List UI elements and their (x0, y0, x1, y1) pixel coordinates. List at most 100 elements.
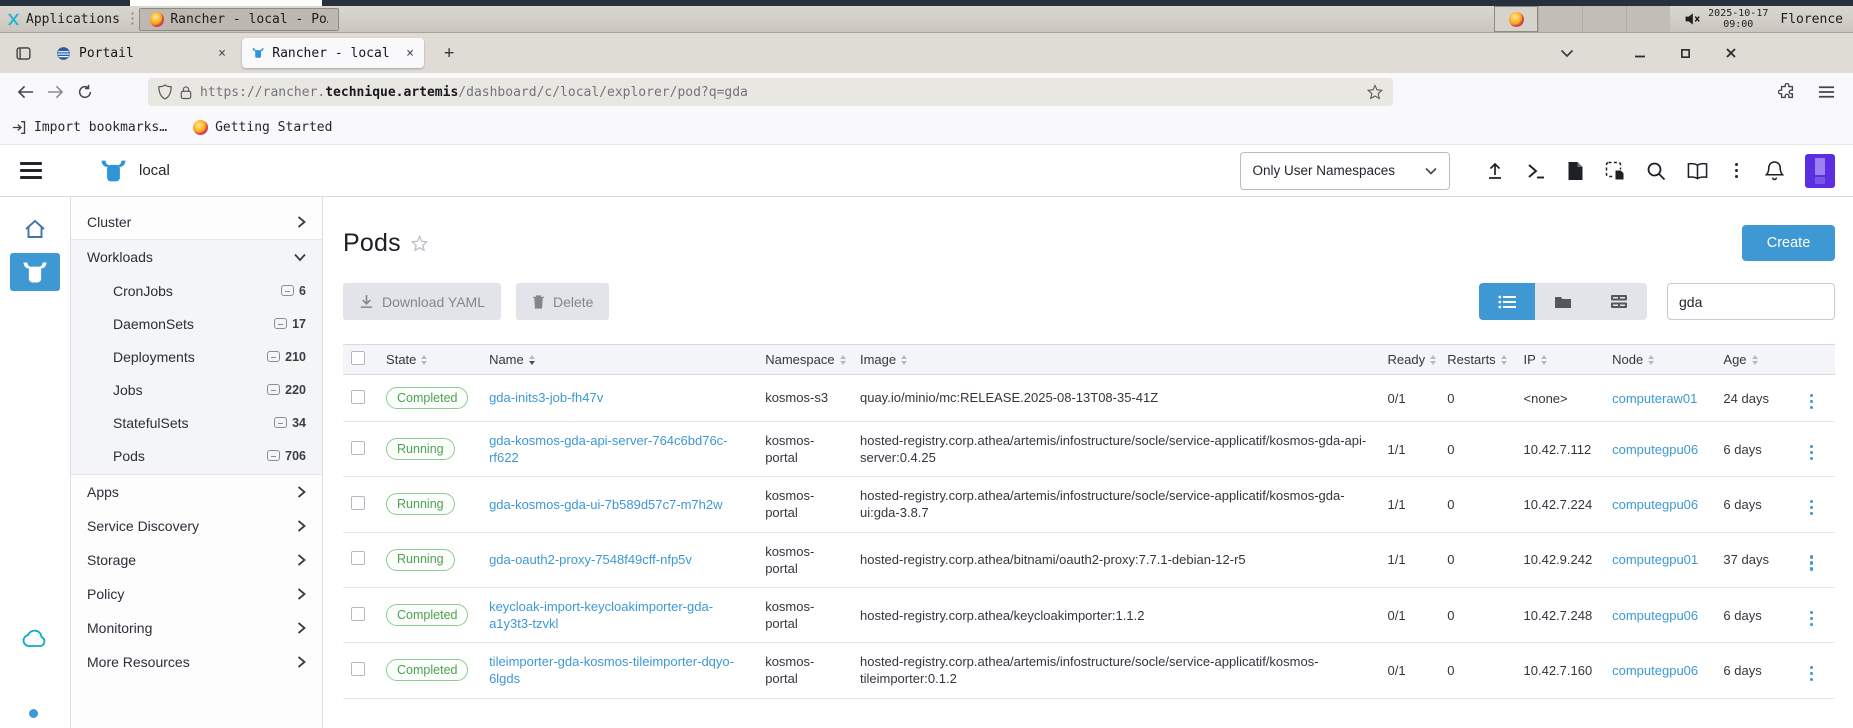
cluster-brand[interactable]: local (100, 159, 170, 183)
row-checkbox[interactable] (351, 607, 365, 621)
file-icon[interactable] (1567, 161, 1584, 181)
close-icon[interactable] (1725, 47, 1737, 59)
taskbar-window-button[interactable]: Rancher - local - Po… (139, 8, 339, 31)
forward-button[interactable] (40, 78, 70, 106)
sidebar-item-daemonsets[interactable]: DaemonSets 17 (71, 307, 322, 340)
node-link[interactable]: computegpu06 (1612, 608, 1698, 623)
firefox-view-button[interactable] (6, 38, 40, 68)
import-yaml-icon[interactable] (1485, 161, 1505, 181)
row-checkbox[interactable] (351, 441, 365, 455)
node-link[interactable]: computegpu06 (1612, 497, 1698, 512)
new-tab-button[interactable]: + (436, 43, 462, 63)
reload-button[interactable] (70, 78, 100, 106)
sidebar-item-storage[interactable]: Storage (71, 543, 322, 577)
filter-input[interactable] (1667, 283, 1835, 320)
user-avatar[interactable] (1805, 154, 1835, 188)
node-link[interactable]: computegpu01 (1612, 552, 1698, 567)
row-actions-kebab-icon[interactable] (1804, 609, 1820, 629)
pod-name-link[interactable]: gda-kosmos-gda-api-server-764c6bd76c-rf6… (489, 433, 727, 465)
column-header-ready[interactable]: Ready (1380, 345, 1440, 375)
pod-name-link[interactable]: keycloak-import-keycloakimporter-gda-a1y… (489, 599, 713, 631)
tab-close-icon[interactable]: × (406, 46, 414, 61)
node-link[interactable]: computegpu06 (1612, 663, 1698, 678)
pod-name-link[interactable]: gda-oauth2-proxy-7548f49cff-nfp5v (489, 552, 692, 567)
pod-name-link[interactable]: gda-inits3-job-fh47v (489, 390, 603, 405)
list-view-button[interactable] (1479, 283, 1535, 320)
download-yaml-button[interactable]: Download YAML (343, 283, 501, 320)
nav-dot[interactable] (29, 709, 38, 718)
bookmark-getting-started[interactable]: Getting Started (193, 120, 332, 135)
tab-close-icon[interactable]: × (218, 46, 226, 61)
menu-hamburger-icon[interactable] (1818, 85, 1835, 99)
bookmark-import[interactable]: Import bookmarks… (12, 120, 167, 135)
notifications-bell-icon[interactable] (1765, 160, 1784, 181)
tray-slot[interactable] (1582, 6, 1626, 32)
namespace-filter-select[interactable]: Only User Namespaces (1240, 152, 1450, 190)
list-tabs-chevron-icon[interactable] (1560, 49, 1574, 58)
url-bar[interactable]: https://rancher.technique.artemis/dashbo… (148, 78, 1393, 106)
kubectl-shell-icon[interactable] (1526, 161, 1546, 181)
extensions-puzzle-icon[interactable] (1778, 83, 1796, 101)
row-checkbox[interactable] (351, 551, 365, 565)
tray-firefox-button[interactable] (1494, 6, 1538, 32)
search-icon[interactable] (1646, 161, 1666, 181)
pod-name-link[interactable]: gda-kosmos-gda-ui-7b589d57c7-m7h2w (489, 497, 722, 512)
sidebar-item-pods[interactable]: Pods 706 (71, 439, 322, 472)
column-header-restarts[interactable]: Restarts (1439, 345, 1515, 375)
sidebar-item-statefulsets[interactable]: StatefulSets 34 (71, 406, 322, 439)
pod-name-link[interactable]: tileimporter-gda-kosmos-tileimporter-dqy… (489, 654, 734, 686)
muted-speaker-icon[interactable] (1684, 12, 1700, 26)
row-actions-kebab-icon[interactable] (1804, 498, 1820, 518)
node-link[interactable]: computeraw01 (1612, 391, 1697, 406)
column-header-node[interactable]: Node (1604, 345, 1715, 375)
copy-resource-icon[interactable] (1605, 161, 1625, 181)
shield-icon[interactable] (158, 84, 172, 100)
sidebar-item-cluster[interactable]: Cluster (71, 205, 322, 239)
cloud-icon[interactable] (22, 629, 48, 653)
column-header-namespace[interactable]: Namespace (757, 345, 852, 375)
row-checkbox[interactable] (351, 662, 365, 676)
select-all-checkbox[interactable] (351, 351, 365, 365)
applications-menu-button[interactable]: Applications (0, 6, 126, 32)
tab-rancher[interactable]: Rancher - local - Pod × (242, 38, 424, 68)
main-menu-icon[interactable] (20, 162, 42, 179)
sidebar-item-apps[interactable]: Apps (71, 475, 322, 509)
sidebar-item-deployments[interactable]: Deployments 210 (71, 340, 322, 373)
folder-view-button[interactable] (1535, 283, 1591, 320)
maximize-icon[interactable] (1680, 48, 1691, 59)
back-button[interactable] (10, 78, 40, 106)
home-icon[interactable] (24, 219, 46, 244)
tray-slot[interactable] (1626, 6, 1670, 32)
tray-slot[interactable] (1538, 6, 1582, 32)
lock-icon[interactable] (180, 85, 192, 100)
column-header-age[interactable]: Age (1715, 345, 1795, 375)
favorite-star-icon[interactable] (411, 235, 428, 252)
column-header-image[interactable]: Image (852, 345, 1380, 375)
docs-book-icon[interactable] (1687, 162, 1708, 180)
sidebar-item-cronjobs[interactable]: CronJobs 6 (71, 274, 322, 307)
row-checkbox[interactable] (351, 390, 365, 404)
sidebar-item-workloads[interactable]: Workloads (71, 240, 322, 274)
row-actions-kebab-icon[interactable] (1804, 443, 1820, 463)
sidebar-item-more-resources[interactable]: More Resources (71, 645, 322, 679)
column-header-ip[interactable]: IP (1516, 345, 1605, 375)
column-header-name[interactable]: Name (481, 345, 757, 375)
row-actions-kebab-icon[interactable] (1804, 664, 1820, 684)
sidebar-item-jobs[interactable]: Jobs 220 (71, 373, 322, 406)
minimize-icon[interactable] (1634, 47, 1646, 59)
bookmark-star-icon[interactable] (1367, 84, 1383, 100)
row-checkbox[interactable] (351, 496, 365, 510)
taskbar-grip[interactable] (130, 11, 135, 27)
taskbar-clock[interactable]: 2025-10-17 09:00 (1708, 8, 1768, 31)
node-link[interactable]: computegpu06 (1612, 442, 1698, 457)
cluster-steer-icon[interactable] (10, 253, 60, 291)
sidebar-item-service-discovery[interactable]: Service Discovery (71, 509, 322, 543)
create-button[interactable]: Create (1742, 225, 1835, 261)
grouped-view-button[interactable] (1591, 283, 1647, 320)
column-header-state[interactable]: State (378, 345, 481, 375)
sidebar-item-policy[interactable]: Policy (71, 577, 322, 611)
sidebar-item-monitoring[interactable]: Monitoring (71, 611, 322, 645)
tab-portail[interactable]: Portail × (46, 38, 236, 68)
kebab-menu-icon[interactable] (1729, 161, 1745, 181)
row-actions-kebab-icon[interactable] (1804, 392, 1820, 412)
